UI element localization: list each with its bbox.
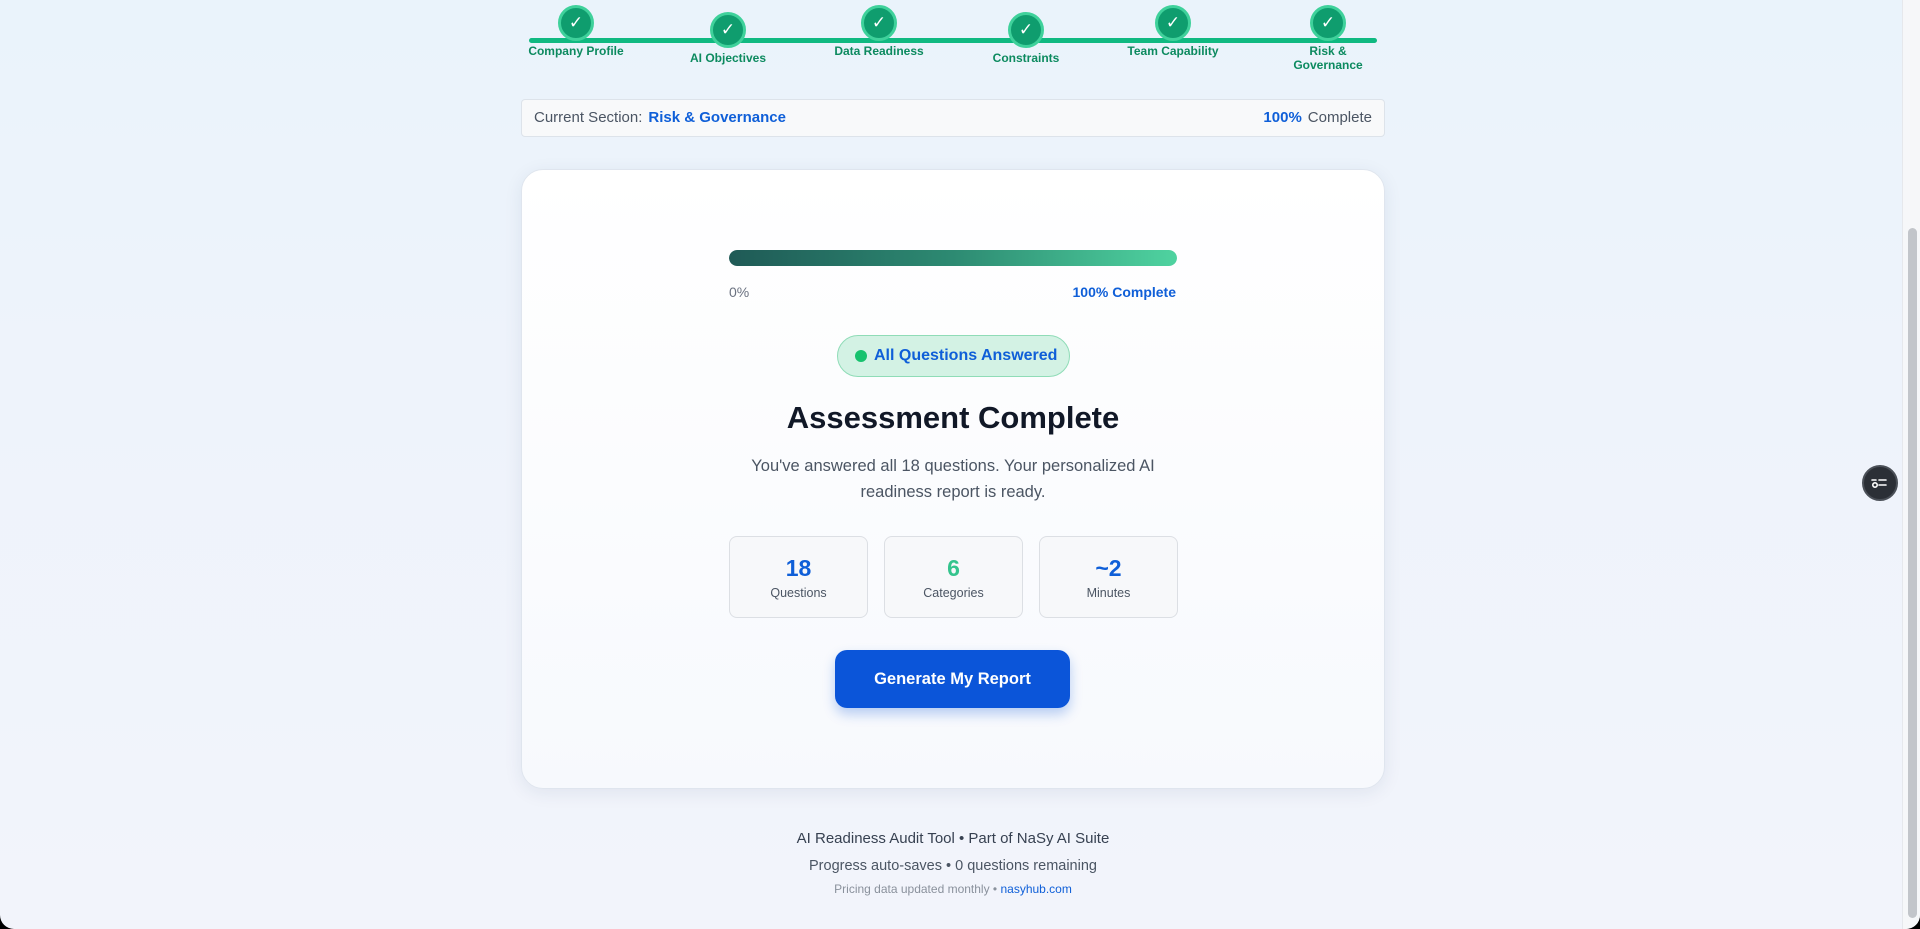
- scrollbar[interactable]: [1902, 0, 1920, 929]
- stat-questions: 18 Questions: [729, 536, 868, 618]
- step-ai-objectives[interactable]: ✓ AI Objectives: [668, 0, 788, 65]
- progress-end-label: 100% Complete: [1072, 284, 1176, 300]
- stat-label: Minutes: [1086, 586, 1131, 600]
- stat-minutes: ~2 Minutes: [1039, 536, 1178, 618]
- completion-summary: 100% Complete: [1263, 100, 1372, 136]
- generate-report-button[interactable]: Generate My Report: [835, 650, 1070, 708]
- settings-list-icon: [1871, 479, 1887, 489]
- step-data-readiness[interactable]: ✓ Data Readiness: [819, 0, 939, 58]
- check-icon: ✓: [861, 5, 897, 41]
- stat-value: ~2: [1095, 555, 1122, 581]
- check-icon: ✓: [1155, 5, 1191, 41]
- check-icon: ✓: [710, 12, 746, 48]
- footer-pricing-line: Pricing data updated monthly • nasyhub.c…: [521, 882, 1385, 896]
- step-label: Data Readiness: [834, 44, 924, 58]
- step-team-capability[interactable]: ✓ Team Capability: [1113, 0, 1233, 58]
- floating-widget-button[interactable]: [1862, 465, 1898, 501]
- check-icon: ✓: [1310, 5, 1346, 41]
- completion-percent: 100%: [1263, 109, 1302, 126]
- check-icon: ✓: [1008, 12, 1044, 48]
- footer-tool-line: AI Readiness Audit Tool • Part of NaSy A…: [796, 830, 1110, 847]
- completion-card: 0% 100% Complete All Questions Answered …: [521, 169, 1385, 789]
- stat-value: 6: [947, 555, 960, 581]
- footer-progress-line: Progress auto-saves • 0 questions remain…: [809, 858, 1097, 874]
- stat-label: Categories: [923, 586, 984, 600]
- step-label: AI Objectives: [689, 51, 767, 65]
- step-company-profile[interactable]: ✓ Company Profile: [516, 0, 636, 58]
- scrollbar-thumb[interactable]: [1908, 228, 1917, 918]
- stat-categories: 6 Categories: [884, 536, 1023, 618]
- section-label: Current Section:: [534, 109, 643, 126]
- stat-label: Questions: [770, 586, 827, 600]
- check-icon: ✓: [558, 5, 594, 41]
- step-risk-governance[interactable]: ✓ Risk & Governance: [1268, 0, 1388, 72]
- progress-stepper: ✓ Company Profile ✓ AI Objectives ✓ Data…: [528, 0, 1377, 80]
- step-label: Risk & Governance: [1293, 44, 1363, 72]
- page-title: Assessment Complete: [786, 400, 1120, 435]
- app-window: ✓ Company Profile ✓ AI Objectives ✓ Data…: [0, 0, 1920, 929]
- step-label: Team Capability: [1127, 44, 1219, 58]
- progress-fill: [729, 250, 1177, 266]
- stepper-track: [529, 38, 1377, 43]
- completion-label: Complete: [1307, 109, 1372, 126]
- status-badge-label: All Questions Answered: [874, 347, 1058, 364]
- current-section-bar: Current Section: Risk & Governance 100% Co…: [521, 99, 1385, 137]
- current-section-name: Risk & Governance: [648, 109, 786, 126]
- step-label: Constraints: [992, 51, 1060, 65]
- status-dot-icon: [855, 350, 867, 362]
- progress-bar: [729, 250, 1177, 266]
- footer-pricing-text: Pricing data updated monthly •: [834, 882, 1001, 896]
- footer-site-link[interactable]: nasyhub.com: [1000, 882, 1071, 896]
- status-badge: All Questions Answered: [837, 335, 1070, 377]
- step-label: Company Profile: [528, 44, 624, 58]
- stat-value: 18: [785, 555, 812, 581]
- step-constraints[interactable]: ✓ Constraints: [966, 0, 1086, 65]
- progress-start-label: 0%: [729, 284, 750, 300]
- completion-description: You've answered all 18 questions. Your p…: [751, 457, 1155, 501]
